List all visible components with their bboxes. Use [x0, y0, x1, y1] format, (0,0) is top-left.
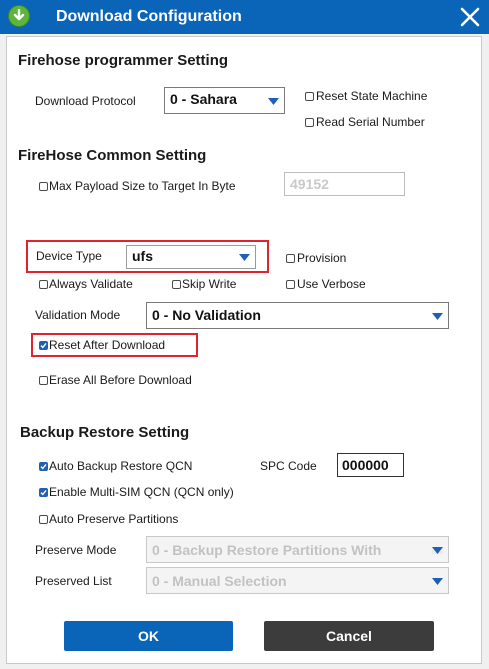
- dropdown-arrow-icon: [239, 254, 250, 261]
- window-title: Download Configuration: [56, 8, 242, 25]
- auto-preserve-partitions-label: Auto Preserve Partitions: [49, 512, 179, 526]
- spc-code-input[interactable]: 000000: [337, 453, 404, 477]
- auto-backup-restore-qcn-checkbox[interactable]: [39, 462, 48, 471]
- device-type-label: Device Type: [36, 249, 102, 263]
- auto-backup-restore-qcn-label: Auto Backup Restore QCN: [49, 459, 193, 473]
- preserved-list-select[interactable]: 0 - Manual Selection: [146, 567, 449, 594]
- close-icon: [460, 7, 480, 27]
- always-validate-checkbox[interactable]: [39, 280, 48, 289]
- reset-after-download-label: Reset After Download: [49, 338, 166, 352]
- backup-restore-heading: Backup Restore Setting: [20, 424, 190, 441]
- reset-state-machine-label: Reset State Machine: [316, 89, 428, 103]
- dialog-body: Firehose programmer Setting Download Pro…: [6, 36, 482, 664]
- preserved-list-value: 0 - Manual Selection: [152, 573, 287, 589]
- max-payload-value: 49152: [290, 176, 329, 192]
- cancel-button[interactable]: Cancel: [264, 621, 434, 651]
- download-protocol-value: 0 - Sahara: [170, 91, 237, 107]
- provision-label: Provision: [297, 251, 347, 265]
- download-configuration-dialog: Download Configuration Firehose programm…: [0, 0, 489, 669]
- preserve-mode-select[interactable]: 0 - Backup Restore Partitions With: [146, 536, 449, 563]
- read-serial-number-label: Read Serial Number: [316, 115, 425, 129]
- download-protocol-select[interactable]: 0 - Sahara: [164, 87, 285, 114]
- use-verbose-checkbox[interactable]: [286, 280, 295, 289]
- erase-all-before-download-label: Erase All Before Download: [49, 373, 192, 387]
- validation-mode-select[interactable]: 0 - No Validation: [146, 302, 449, 329]
- read-serial-number-checkbox[interactable]: [305, 118, 314, 127]
- preserve-mode-value: 0 - Backup Restore Partitions With: [152, 542, 382, 558]
- erase-all-before-download-checkbox[interactable]: [39, 376, 48, 385]
- reset-after-download-checkbox[interactable]: [39, 341, 48, 350]
- validation-mode-value: 0 - No Validation: [152, 307, 261, 323]
- device-type-select[interactable]: ufs: [126, 245, 256, 269]
- close-button[interactable]: [455, 2, 485, 32]
- dropdown-arrow-icon: [268, 97, 279, 105]
- download-protocol-label: Download Protocol: [35, 94, 136, 108]
- firehose-common-heading: FireHose Common Setting: [18, 147, 207, 164]
- skip-write-label: Skip Write: [182, 277, 237, 291]
- use-verbose-label: Use Verbose: [297, 277, 366, 291]
- provision-checkbox[interactable]: [286, 254, 295, 263]
- dropdown-arrow-icon: [432, 312, 443, 320]
- validation-mode-label: Validation Mode: [35, 308, 121, 322]
- max-payload-input[interactable]: 49152: [284, 172, 405, 196]
- always-validate-label: Always Validate: [49, 277, 133, 291]
- download-arrow-icon: [8, 5, 30, 27]
- firehose-programmer-heading: Firehose programmer Setting: [18, 52, 229, 69]
- skip-write-checkbox[interactable]: [172, 280, 181, 289]
- auto-preserve-partitions-checkbox[interactable]: [39, 515, 48, 524]
- dropdown-arrow-icon: [432, 546, 443, 554]
- preserve-mode-label: Preserve Mode: [35, 543, 117, 557]
- title-bar[interactable]: Download Configuration: [0, 0, 489, 34]
- enable-multi-sim-qcn-checkbox[interactable]: [39, 488, 48, 497]
- max-payload-checkbox[interactable]: [39, 182, 48, 191]
- spc-code-value: 000000: [342, 457, 389, 473]
- reset-state-machine-checkbox[interactable]: [305, 92, 314, 101]
- enable-multi-sim-qcn-label: Enable Multi-SIM QCN (QCN only): [49, 485, 234, 499]
- ok-button[interactable]: OK: [64, 621, 233, 651]
- spc-code-label: SPC Code: [260, 459, 317, 473]
- max-payload-label: Max Payload Size to Target In Byte: [49, 179, 236, 193]
- dropdown-arrow-icon: [432, 577, 443, 585]
- device-type-value: ufs: [132, 248, 153, 264]
- preserved-list-label: Preserved List: [35, 574, 112, 588]
